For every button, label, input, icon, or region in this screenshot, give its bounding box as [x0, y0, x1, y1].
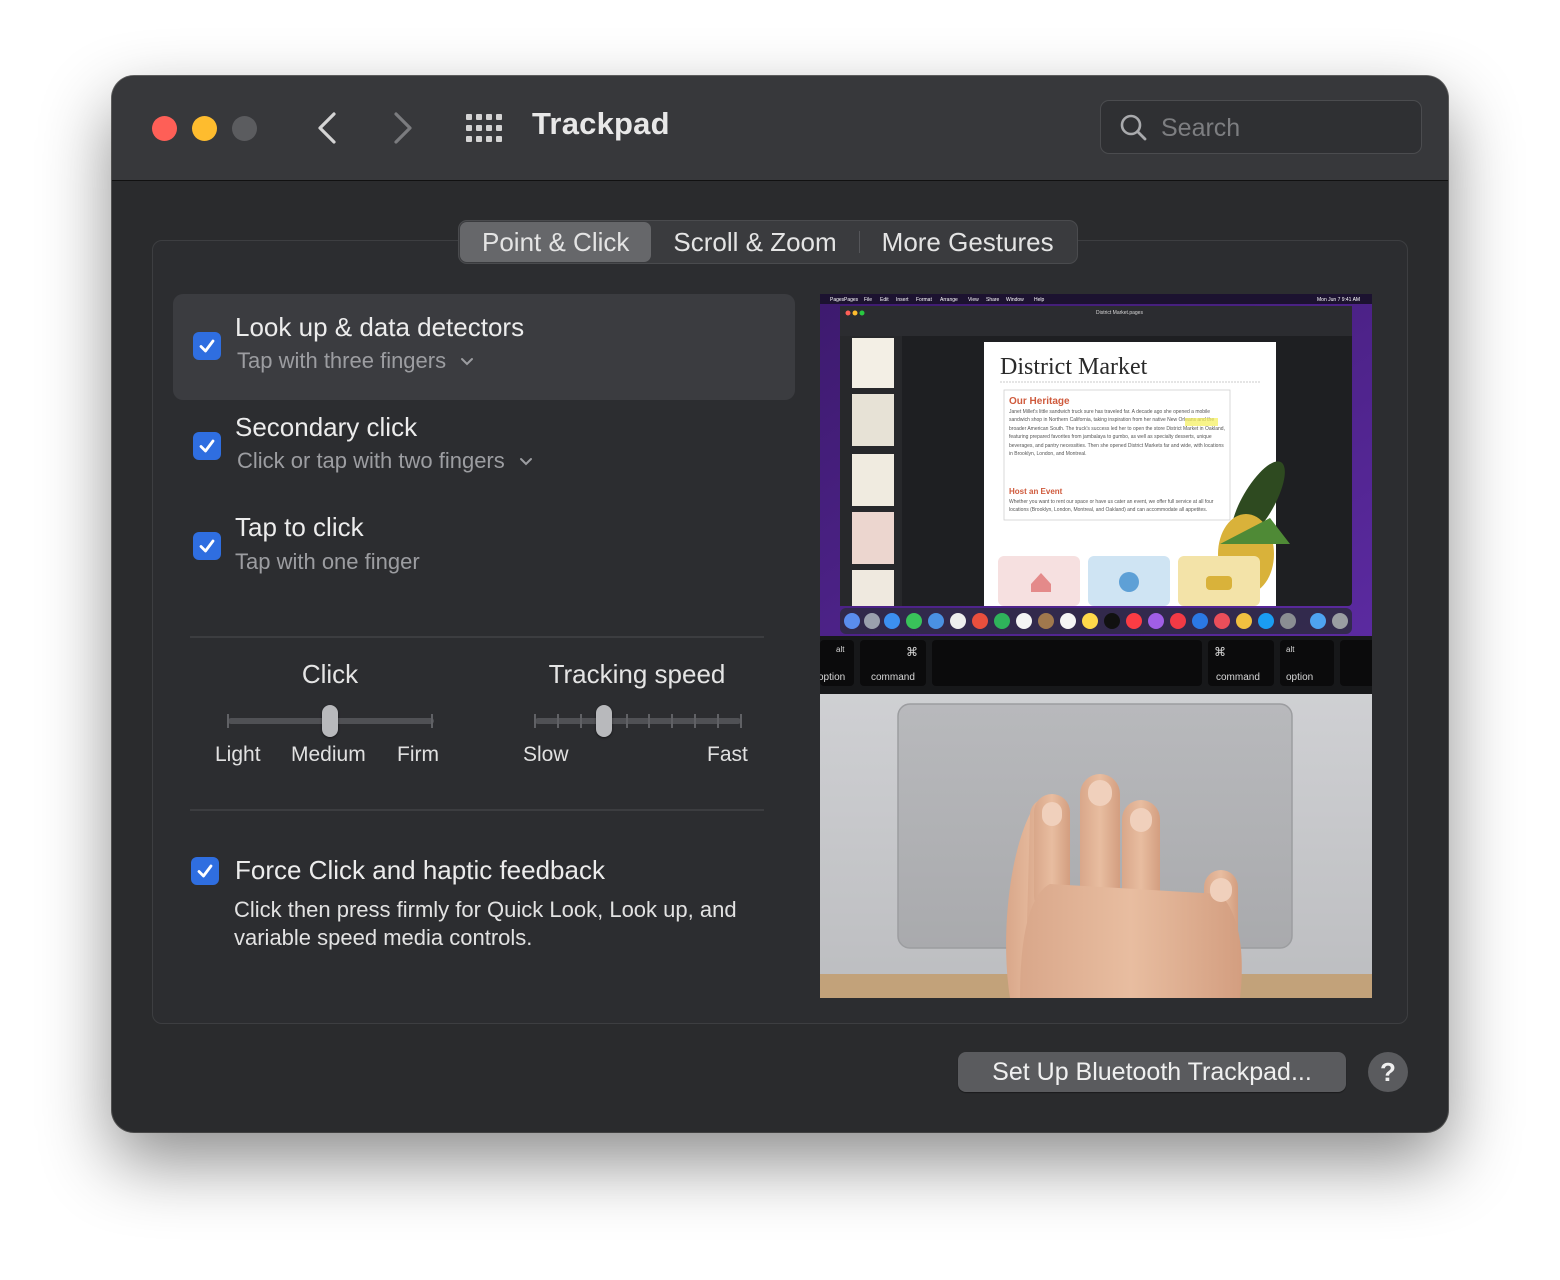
- tracking-label-fast: Fast: [707, 743, 748, 766]
- force-click-checkbox[interactable]: [191, 857, 219, 885]
- checkmark-icon: [199, 339, 215, 353]
- force-click-description: Click then press firmly for Quick Look, …: [234, 897, 737, 950]
- preview-key-command: command: [1216, 672, 1260, 683]
- preview-doc-section: Our Heritage: [1009, 396, 1070, 407]
- close-window-button[interactable]: [152, 116, 177, 141]
- tracking-slider-tick: [580, 714, 582, 728]
- window-title: Trackpad: [532, 106, 670, 141]
- lookup-subtitle: Tap with three fingers: [237, 348, 447, 373]
- checkmark-icon: [197, 864, 213, 878]
- preview-key-option: option: [1286, 672, 1313, 683]
- titlebar: Trackpad: [112, 76, 1448, 181]
- tab-point-click[interactable]: Point & Click: [460, 222, 652, 262]
- tracking-slider-tick: [626, 714, 628, 728]
- tap-to-click-option-row[interactable]: Tap to click Tap with one finger: [173, 494, 795, 600]
- tap-to-click-subtitle: Tap with one finger: [235, 549, 420, 574]
- click-slider-title: Click: [301, 659, 359, 689]
- gesture-preview-video: Pages Pages File Edit Insert Format Arra…: [820, 294, 1372, 998]
- setup-bluetooth-trackpad-button[interactable]: Set Up Bluetooth Trackpad...: [958, 1052, 1346, 1092]
- secondary-click-gesture-popup[interactable]: Click or tap with two fingers: [237, 448, 533, 474]
- preview-key-alt: alt: [836, 645, 845, 654]
- tracking-slider-knob[interactable]: [595, 705, 612, 737]
- preview-key-command: command: [871, 672, 915, 683]
- preview-key-option: option: [820, 672, 845, 683]
- preview-doc-section: Host an Event: [1009, 487, 1063, 496]
- preview-menu-item: Pages: [830, 297, 845, 303]
- tracking-slider-tick: [534, 714, 536, 728]
- help-button[interactable]: ?: [1368, 1052, 1408, 1092]
- tracking-slider-tick: [694, 714, 696, 728]
- preview-menu-item: Edit: [880, 297, 889, 303]
- preview-menu-item: Window: [1006, 297, 1024, 303]
- secondary-click-title: Secondary click: [235, 412, 418, 442]
- click-slider-tick: [431, 714, 433, 728]
- preview-menu-item: Help: [1034, 297, 1045, 303]
- secondary-click-option-row[interactable]: Secondary click Click or tap with two fi…: [173, 394, 795, 500]
- lookup-title: Look up & data detectors: [235, 312, 525, 342]
- tab-scroll-zoom[interactable]: Scroll & Zoom: [651, 222, 858, 262]
- chevron-down-icon: [461, 358, 474, 366]
- preview-doc-body: Whether you want to rent our space or ha…: [1009, 499, 1214, 513]
- chevron-left-icon: [318, 112, 336, 144]
- tracking-speed-title: Tracking speed: [548, 659, 726, 689]
- checkmark-icon: [199, 439, 215, 453]
- forward-button[interactable]: [382, 106, 422, 150]
- preview-menu-item: Pages: [844, 297, 859, 303]
- preview-menu-item: View: [968, 297, 979, 303]
- preview-key-cmd-symbol: ⌘: [906, 645, 918, 659]
- preview-menu-item: Arrange: [940, 297, 958, 303]
- search-icon: [1120, 114, 1147, 141]
- show-all-grid-icon[interactable]: [464, 112, 504, 144]
- divider: [190, 636, 764, 638]
- preview-doc-name: District Market.pages: [1096, 310, 1143, 316]
- click-label-firm: Firm: [397, 743, 439, 766]
- chevron-down-icon: [519, 458, 532, 466]
- preview-menu-item: Share: [986, 297, 1000, 303]
- lookup-checkbox[interactable]: [193, 332, 221, 360]
- lookup-gesture-popup[interactable]: Tap with three fingers: [237, 348, 474, 374]
- click-slider-tick: [227, 714, 229, 728]
- lookup-option-row[interactable]: Look up & data detectors Tap with three …: [173, 294, 795, 400]
- minimize-window-button[interactable]: [192, 116, 217, 141]
- preview-doc-body: Janet Millet's little sandwich truck sur…: [1009, 409, 1225, 458]
- preview-illustration: Pages Pages File Edit Insert Format Arra…: [820, 294, 1372, 998]
- preview-key-alt: alt: [1286, 645, 1295, 654]
- checkmark-icon: [199, 539, 215, 553]
- click-slider-knob[interactable]: [322, 705, 338, 737]
- search-input[interactable]: [1159, 111, 1403, 145]
- tap-to-click-title: Tap to click: [235, 512, 364, 542]
- trackpad-preferences-window: Trackpad Point & Click Scroll & Zoom Mor…: [112, 76, 1448, 1132]
- preview-menu-item: File: [864, 297, 872, 303]
- tracking-slider-tick: [557, 714, 559, 728]
- secondary-click-checkbox[interactable]: [193, 432, 221, 460]
- preview-doc-heading: District Market: [1000, 354, 1148, 380]
- click-label-medium: Medium: [291, 743, 366, 766]
- tracking-slider-tick: [671, 714, 673, 728]
- tracking-slider-track: [535, 718, 741, 724]
- force-click-title: Force Click and haptic feedback: [235, 855, 605, 885]
- tracking-slider-tick: [740, 714, 742, 728]
- divider: [190, 809, 764, 811]
- tracking-slider-tick: [648, 714, 650, 728]
- zoom-window-button[interactable]: [232, 116, 257, 141]
- chevron-right-icon: [394, 112, 412, 144]
- preview-menu-item: Format: [916, 297, 932, 303]
- tracking-slider-tick: [717, 714, 719, 728]
- preview-key-cmd-symbol: ⌘: [1214, 645, 1226, 659]
- click-label-light: Light: [215, 743, 261, 766]
- preview-menu-item: Insert: [896, 297, 909, 303]
- tracking-label-slow: Slow: [523, 743, 569, 766]
- back-button[interactable]: [308, 106, 348, 150]
- tab-more-gestures[interactable]: More Gestures: [860, 222, 1076, 262]
- search-field[interactable]: [1100, 100, 1422, 154]
- preview-menu-clock: Mon Jun 7 9:41 AM: [1317, 297, 1360, 303]
- secondary-click-subtitle: Click or tap with two fingers: [237, 448, 505, 473]
- tap-to-click-checkbox[interactable]: [193, 532, 221, 560]
- tab-bar: Point & Click Scroll & Zoom More Gesture…: [458, 220, 1078, 264]
